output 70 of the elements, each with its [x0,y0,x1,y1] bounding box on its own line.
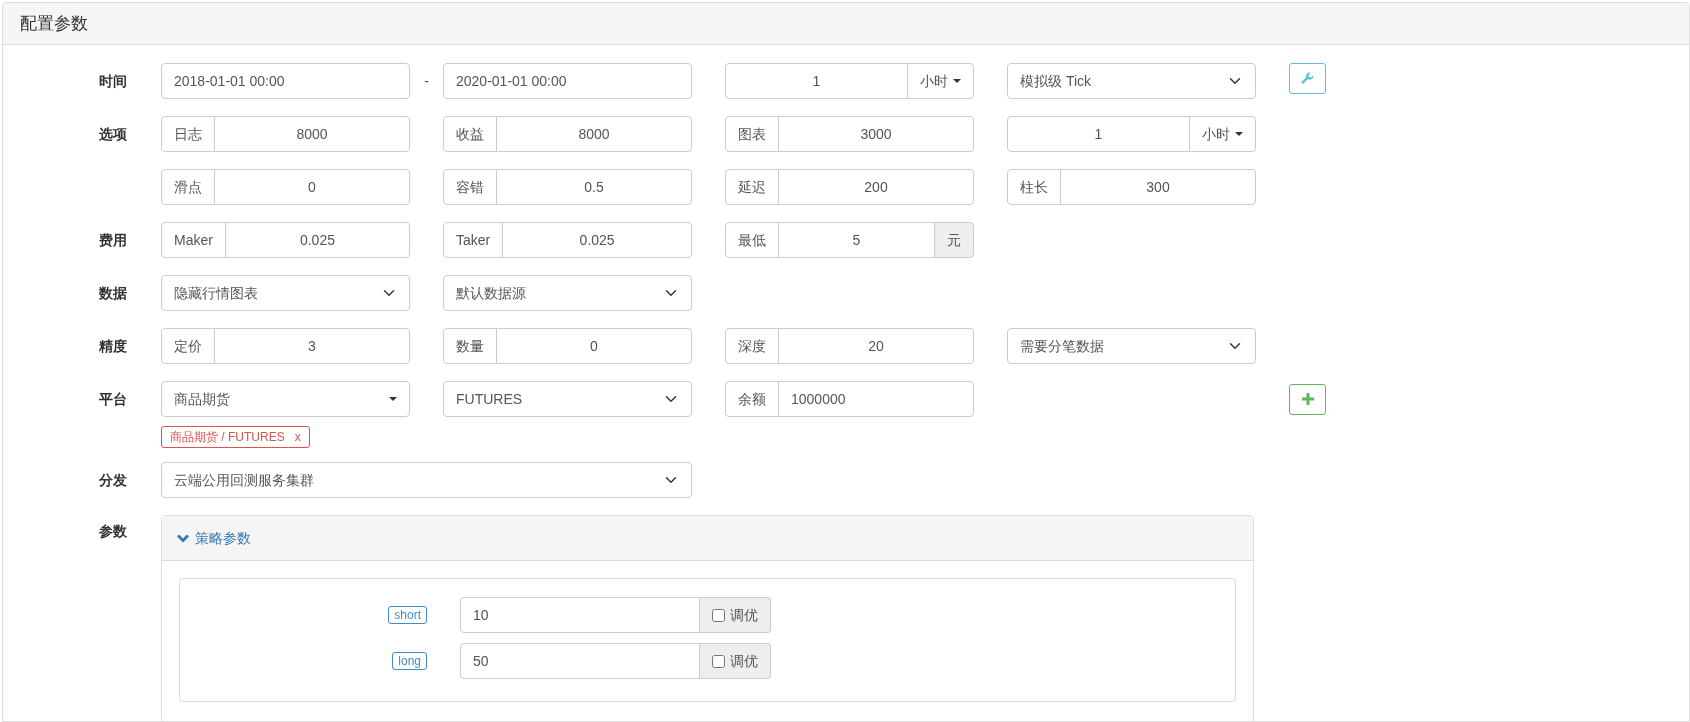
input-field[interactable]: 0.025 [224,222,410,258]
input-field[interactable]: 50 [460,643,700,679]
field-label: 柱长 [1007,169,1061,205]
field-label: 图表 [725,116,779,152]
param-name: short [388,606,427,624]
field-label: Maker [161,222,226,258]
field-label: 最低 [725,222,779,258]
input-field[interactable]: 0 [496,328,692,364]
select-field[interactable]: 模拟级 Tick [1007,63,1256,99]
input-field[interactable]: 1 [725,63,908,99]
dropdown-button[interactable]: 商品期货 [161,381,410,417]
wrench-icon [1301,72,1314,85]
input-field[interactable]: 8000 [214,116,410,152]
unit-dropdown[interactable]: 小时 [907,63,974,99]
input-field[interactable]: 200 [778,169,974,205]
caret-icon [1235,132,1243,136]
row-label: 精度 [99,337,127,354]
field-label: 延迟 [725,169,779,205]
input-field[interactable]: 1000000 [778,381,974,417]
input-field[interactable]: 3000 [778,116,974,152]
select-field[interactable]: 需要分笔数据 [1007,328,1256,364]
checkbox[interactable] [712,608,725,622]
checkbox[interactable] [712,654,725,668]
separator-text: - [424,72,429,89]
row-label: 时间 [99,72,127,89]
input-field[interactable]: 20 [778,328,974,364]
plus-icon [1301,393,1314,405]
collapse-toggle[interactable]: 策略参数 [177,527,251,549]
input-field[interactable]: 10 [460,597,700,633]
input-field[interactable]: 0 [214,169,410,205]
select-field[interactable]: FUTURES [443,381,692,417]
chevron-down-icon [177,533,189,543]
caret-icon [953,79,961,83]
checkbox-label[interactable]: 调优 [730,650,758,672]
input-field[interactable]: 2020-01-01 00:00 [443,63,692,99]
param-name: long [392,652,427,670]
input-field[interactable]: 2018-01-01 00:00 [161,63,410,99]
field-label: 容错 [443,169,497,205]
row-label: 选项 [99,125,127,142]
input-field[interactable]: 1 [1007,116,1190,152]
add-button[interactable] [1289,383,1326,415]
input-field[interactable]: 0.5 [496,169,692,205]
input-field[interactable]: 300 [1060,169,1256,205]
input-field[interactable]: 3 [214,328,410,364]
input-field[interactable]: 5 [778,222,935,258]
row-label: 平台 [99,390,127,407]
checkbox-label[interactable]: 调优 [730,604,758,626]
input-field[interactable]: 0.025 [502,222,692,258]
tag-label: 商品期货 / FUTURES [170,429,285,446]
field-label: 数量 [443,328,497,364]
row-label: 参数 [99,523,127,539]
field-label: 余额 [725,381,779,417]
field-label: 日志 [161,116,215,152]
field-label: Taker [443,222,504,258]
unit-dropdown[interactable]: 小时 [1189,116,1256,152]
row-label: 分发 [99,471,127,488]
select-field[interactable]: 隐藏行情图表 [161,275,410,311]
unit-label: 元 [934,222,974,258]
caret-icon [389,397,397,401]
field-label: 滑点 [161,169,215,205]
row-label: 数据 [99,284,127,301]
field-label: 深度 [725,328,779,364]
select-field[interactable]: 默认数据源 [443,275,692,311]
input-field[interactable]: 8000 [496,116,692,152]
select-field[interactable]: 云端公用回测服务集群 [161,462,692,498]
field-label: 定价 [161,328,215,364]
tag-close-button[interactable]: x [294,428,301,446]
panel-title: 配置参数 [20,12,88,35]
field-label: 收益 [443,116,497,152]
row-label: 费用 [99,231,127,248]
